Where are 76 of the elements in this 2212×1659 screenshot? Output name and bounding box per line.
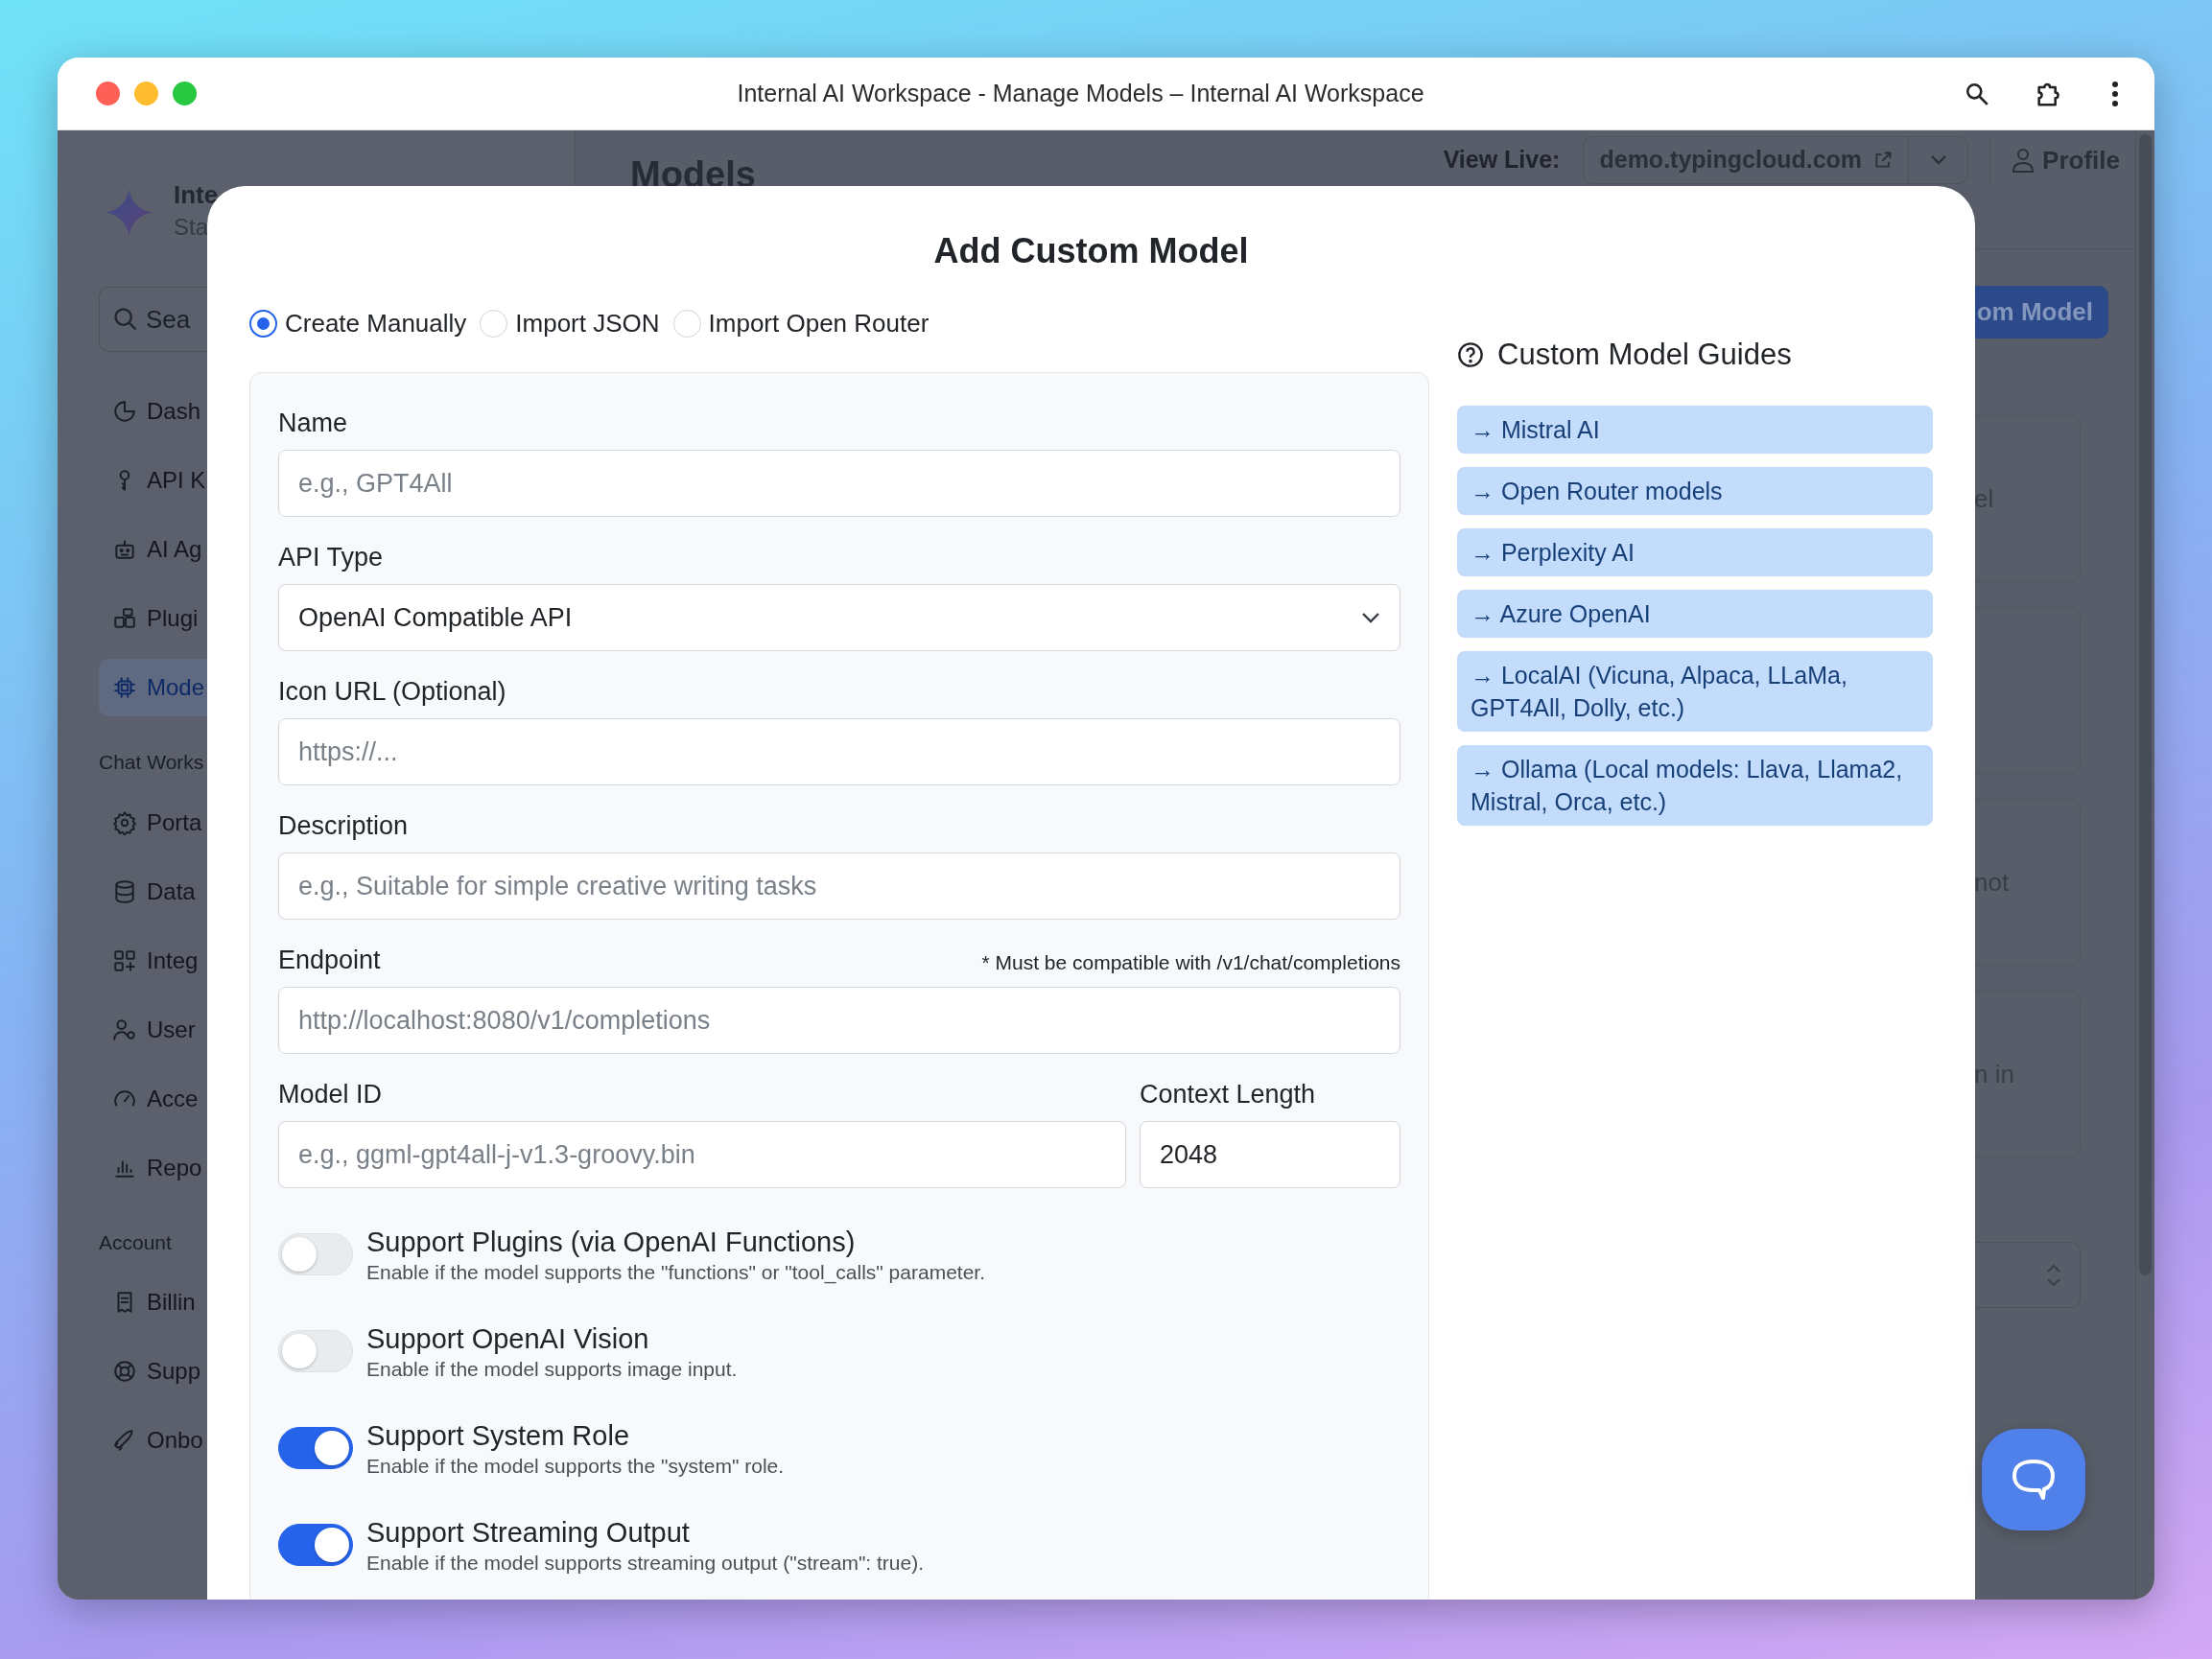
sidebar-item[interactable]: AI Ag: [99, 521, 207, 579]
guide-link[interactable]: → Perplexity AI: [1457, 528, 1933, 576]
sidebar-item[interactable]: Onbo: [99, 1412, 207, 1470]
toggle-label: Support System Role: [366, 1419, 630, 1453]
toggle-description: Enable if the model supports streaming output ("stream": true).: [366, 1551, 925, 1576]
database-icon: [112, 878, 137, 904]
chevron-down-icon: [1929, 154, 1947, 166]
section-heading: Account: [99, 1229, 172, 1255]
chip-icon: [112, 675, 137, 701]
sidebar-item[interactable]: Integ: [99, 931, 207, 990]
search-field[interactable]: Sea: [99, 287, 207, 353]
input-field[interactable]: https://...: [278, 718, 1400, 785]
menu-icon[interactable]: [2110, 79, 2120, 108]
sidebar-item[interactable]: Billin: [99, 1273, 207, 1332]
sidebar-item[interactable]: Porta: [99, 793, 207, 852]
pie-chart-icon: [112, 399, 137, 425]
window-title: Internal AI Workspace - Manage Models – Internal AI Workspace: [737, 79, 1424, 106]
section-heading: Chat Works: [99, 750, 204, 776]
input-field[interactable]: e.g., GPT4All: [278, 450, 1400, 517]
external-link-icon: [1873, 151, 1894, 170]
sidebar-item[interactable]: Plugi: [99, 590, 207, 648]
hint-text: * Must be compatible with /v1/chat/completions: [981, 950, 1400, 975]
toggle-description: Enable if the model supports the "system" role.: [366, 1454, 785, 1479]
guide-link[interactable]: → Ollama (Local models: Llava, Llama2, Mistral, Orca, etc.): [1457, 745, 1933, 826]
radio-label[interactable]: Import Open Router: [708, 306, 930, 340]
sidebar-item[interactable]: Repo: [99, 1138, 207, 1197]
field-label: Icon URL (Optional): [278, 676, 506, 708]
input-field[interactable]: e.g., ggml-gpt4all-j-v1.3-groovy.bin: [278, 1121, 1126, 1188]
toggle-description: Enable if the model supports the "functions" or "tool_calls" parameter.: [366, 1260, 985, 1286]
radio-label[interactable]: Import JSON: [515, 306, 660, 340]
input-field[interactable]: http://localhost:8080/v1/completions: [278, 987, 1400, 1054]
sidebar-item[interactable]: User: [99, 1000, 207, 1059]
users-icon: [112, 1016, 137, 1042]
field-label: API Type: [278, 542, 384, 573]
gear-icon: [112, 809, 137, 835]
guide-link[interactable]: → Mistral AI: [1457, 406, 1933, 454]
section-title: Custom Model Guides: [1497, 337, 1792, 373]
guide-link[interactable]: → LocalAI (Vicuna, Alpaca, LLaMa, GPT4All, Dolly, etc.): [1457, 651, 1933, 732]
input-field[interactable]: e.g., Suitable for simple creative writing tasks: [278, 853, 1400, 920]
dialog-title: Add Custom Model: [933, 231, 1249, 270]
maximize-window-button[interactable]: [173, 82, 197, 105]
field-label: Endpoint: [278, 945, 381, 976]
lifebuoy-icon: [112, 1359, 137, 1385]
toggle-description: Enable if the model supports image input.: [366, 1357, 738, 1382]
field-label: Model ID: [278, 1079, 383, 1110]
radio-button[interactable]: [249, 309, 277, 338]
radio-label[interactable]: Create Manually: [285, 306, 467, 340]
dropdown[interactable]: OpenAI Compatible API: [278, 584, 1400, 651]
toggle-label: Support OpenAI Vision: [366, 1322, 650, 1356]
field-label: Name: [278, 408, 348, 439]
search-icon[interactable]: [1965, 81, 1989, 106]
toggle-switch[interactable]: [278, 1427, 353, 1469]
brand-name: Inte: [174, 180, 219, 211]
chevron-down-icon: [1361, 611, 1380, 624]
close-window-button[interactable]: [96, 82, 120, 105]
speech-bubble-icon: [2011, 1458, 2057, 1502]
view-live-label: View Live:: [1443, 145, 1561, 175]
toggle-switch[interactable]: [278, 1524, 353, 1566]
sidebar-item[interactable]: Data: [99, 862, 207, 921]
chat-button[interactable]: [1982, 1429, 2085, 1530]
field-label: Context Length: [1140, 1079, 1316, 1110]
input-field[interactable]: 2048: [1140, 1121, 1400, 1188]
guide-link[interactable]: → Open Router models: [1457, 467, 1933, 515]
sidebar-item[interactable]: API K: [99, 452, 207, 510]
sidebar-item[interactable]: Acce: [99, 1069, 207, 1128]
toggle-label: Support Streaming Output: [366, 1516, 691, 1550]
grid-icon: [112, 947, 137, 973]
sidebar-item[interactable]: Dash: [99, 383, 207, 441]
user-icon: [2012, 148, 2036, 173]
guide-link[interactable]: → Azure OpenAI: [1457, 590, 1933, 638]
sidebar-item[interactable]: Supp: [99, 1343, 207, 1401]
help-icon: [1457, 341, 1484, 368]
field-label: Description: [278, 810, 409, 842]
minimize-window-button[interactable]: [134, 82, 158, 105]
toggle-label: Support Plugins (via OpenAI Functions): [366, 1226, 857, 1259]
sidebar-item[interactable]: Mode: [99, 659, 207, 717]
